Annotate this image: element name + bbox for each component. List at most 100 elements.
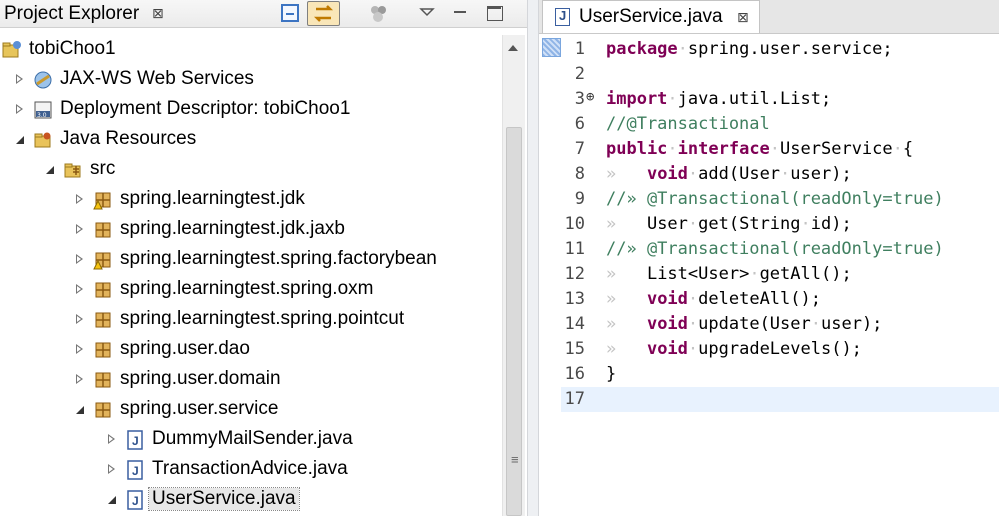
tree-item[interactable]: spring.learningtest.jdk.jaxb: [0, 215, 500, 245]
code-token: deleteAll();: [698, 289, 821, 309]
vertical-scrollbar[interactable]: ≡: [502, 35, 525, 516]
line-number: 14: [564, 314, 585, 334]
code-line[interactable]: 11 //» @Transactional(readOnly=true): [561, 237, 999, 262]
scrollbar-thumb[interactable]: ≡: [506, 127, 522, 516]
close-view-icon[interactable]: ⊠: [152, 5, 164, 22]
comment-token: //» @Transactional(readOnly=true): [606, 189, 944, 209]
tree-item[interactable]: spring.user.dao: [0, 335, 500, 365]
tree-item[interactable]: spring.user.domain: [0, 365, 500, 395]
keyword-token: interface: [677, 139, 770, 159]
collapsed-arrow-icon[interactable]: [108, 464, 115, 474]
tree-item[interactable]: spring.learningtest.spring.oxm: [0, 275, 500, 305]
code-line[interactable]: 12 » List<User>·getAll();: [561, 262, 999, 287]
svg-text:J: J: [132, 434, 139, 448]
code-line[interactable]: 3 ⊕ import·java.util.List;: [561, 87, 999, 112]
expanded-arrow-icon[interactable]: [76, 406, 84, 414]
link-with-editor-icon[interactable]: [307, 1, 340, 26]
whitespace-marker: »: [606, 264, 647, 284]
editor-tab-userservice[interactable]: J UserService.java ⊠: [542, 0, 760, 33]
code-text: package·spring.user.service;: [606, 39, 893, 59]
whitespace-marker: ·: [687, 214, 699, 234]
project-explorer-tab[interactable]: Project Explorer ⊠: [0, 0, 527, 28]
tree-item[interactable]: spring.user.service: [0, 395, 500, 425]
code-line[interactable]: 1 package·spring.user.service;: [561, 37, 999, 62]
java-resources-icon: [33, 130, 53, 150]
marker-ruler[interactable]: [539, 35, 561, 516]
code-line[interactable]: 2: [561, 62, 999, 87]
tree-item-label: spring.learningtest.spring.oxm: [120, 278, 374, 299]
code-line[interactable]: 6 //@Transactional: [561, 112, 999, 137]
keyword-token: void: [646, 164, 688, 184]
line-number: 6: [574, 114, 585, 134]
tree-item-label: src: [90, 158, 116, 179]
collapsed-arrow-icon[interactable]: [16, 104, 23, 114]
code-line[interactable]: 16}: [561, 362, 999, 387]
filter-icon[interactable]: [368, 4, 390, 22]
code-text-area[interactable]: 1 package·spring.user.service; 2 3 ⊕ import·j…: [539, 35, 999, 516]
tree-item[interactable]: Java Resources: [0, 125, 500, 155]
web-services-icon: [33, 70, 53, 90]
expanded-arrow-icon[interactable]: [16, 136, 24, 144]
expanded-arrow-icon[interactable]: [108, 496, 116, 504]
package-icon: [93, 280, 113, 300]
code-text: » void·deleteAll();: [606, 289, 821, 309]
code-line[interactable]: 14» void·update(User·user);: [561, 312, 999, 337]
scroll-up-arrow-icon[interactable]: [508, 45, 518, 51]
collapsed-arrow-icon[interactable]: [76, 314, 83, 324]
collapsed-arrow-icon[interactable]: [16, 74, 23, 84]
code-line[interactable]: 13 » void·deleteAll();: [561, 287, 999, 312]
line-number: 1: [574, 39, 585, 59]
close-tab-icon[interactable]: ⊠: [737, 9, 749, 26]
view-splitter[interactable]: [527, 0, 539, 516]
collapsed-arrow-icon[interactable]: [76, 224, 83, 234]
collapsed-arrow-icon[interactable]: [76, 374, 83, 384]
tree-item[interactable]: 3.0 Deployment Descriptor: tobiChoo1: [0, 95, 500, 125]
code-text: import·java.util.List;: [606, 89, 831, 109]
tree-item[interactable]: JAX-WS Web Services: [0, 65, 500, 95]
project-explorer-title: Project Explorer: [4, 3, 140, 24]
line-number: 7: [574, 139, 585, 159]
expanded-arrow-icon[interactable]: [46, 166, 54, 174]
code-token: User: [646, 214, 688, 234]
tree-item[interactable]: spring.learningtest.jdk: [0, 185, 500, 215]
maximize-icon[interactable]: [487, 6, 503, 21]
collapse-all-icon[interactable]: [281, 4, 299, 22]
package-icon: [93, 400, 113, 420]
code-line[interactable]: 17: [561, 387, 999, 412]
fold-expand-icon[interactable]: ⊕: [586, 89, 594, 105]
collapsed-arrow-icon[interactable]: [76, 284, 83, 294]
keyword-token: void: [646, 314, 688, 334]
whitespace-marker: ·: [892, 139, 903, 159]
code-line[interactable]: 9 //» @Transactional(readOnly=true): [561, 187, 999, 212]
tree-item[interactable]: tobiChoo1: [0, 35, 500, 65]
project-icon: [2, 40, 22, 60]
collapsed-arrow-icon[interactable]: [76, 254, 83, 264]
code-line[interactable]: 7 public·interface·UserService·{: [561, 137, 999, 162]
collapsed-arrow-icon[interactable]: [76, 344, 83, 354]
code-token: add(User: [698, 164, 781, 184]
comment-token: //@Transactional: [606, 114, 770, 134]
tree-item-label: DummyMailSender.java: [152, 428, 353, 449]
tree-item-label: spring.learningtest.jdk: [120, 188, 305, 209]
tree-item[interactable]: spring.learningtest.spring.factorybean: [0, 245, 500, 275]
code-text: //@Transactional: [606, 114, 770, 134]
collapsed-arrow-icon[interactable]: [76, 194, 83, 204]
tree-item-label: tobiChoo1: [29, 38, 116, 59]
tree-item-label: spring.user.service: [120, 398, 279, 419]
tree-item-label: spring.learningtest.spring.pointcut: [120, 308, 405, 329]
code-line[interactable]: 10» User·get(String·id);: [561, 212, 999, 237]
line-number: 17: [564, 389, 585, 409]
collapsed-arrow-icon[interactable]: [108, 434, 115, 444]
tree-item[interactable]: J UserService.java: [0, 485, 500, 515]
minimize-icon[interactable]: [451, 4, 469, 22]
tree-item[interactable]: src: [0, 155, 500, 185]
tree-item[interactable]: spring.learningtest.spring.pointcut: [0, 305, 500, 335]
line-number: 13: [564, 289, 585, 309]
whitespace-marker: ·: [687, 314, 699, 334]
whitespace-marker: ·: [667, 139, 678, 159]
tree-item[interactable]: J TransactionAdvice.java: [0, 455, 500, 485]
tree-item[interactable]: J DummyMailSender.java: [0, 425, 500, 455]
code-line[interactable]: 15 » void·upgradeLevels();: [561, 337, 999, 362]
code-line[interactable]: 8» void·add(User·user);: [561, 162, 999, 187]
view-menu-icon[interactable]: [418, 4, 436, 22]
